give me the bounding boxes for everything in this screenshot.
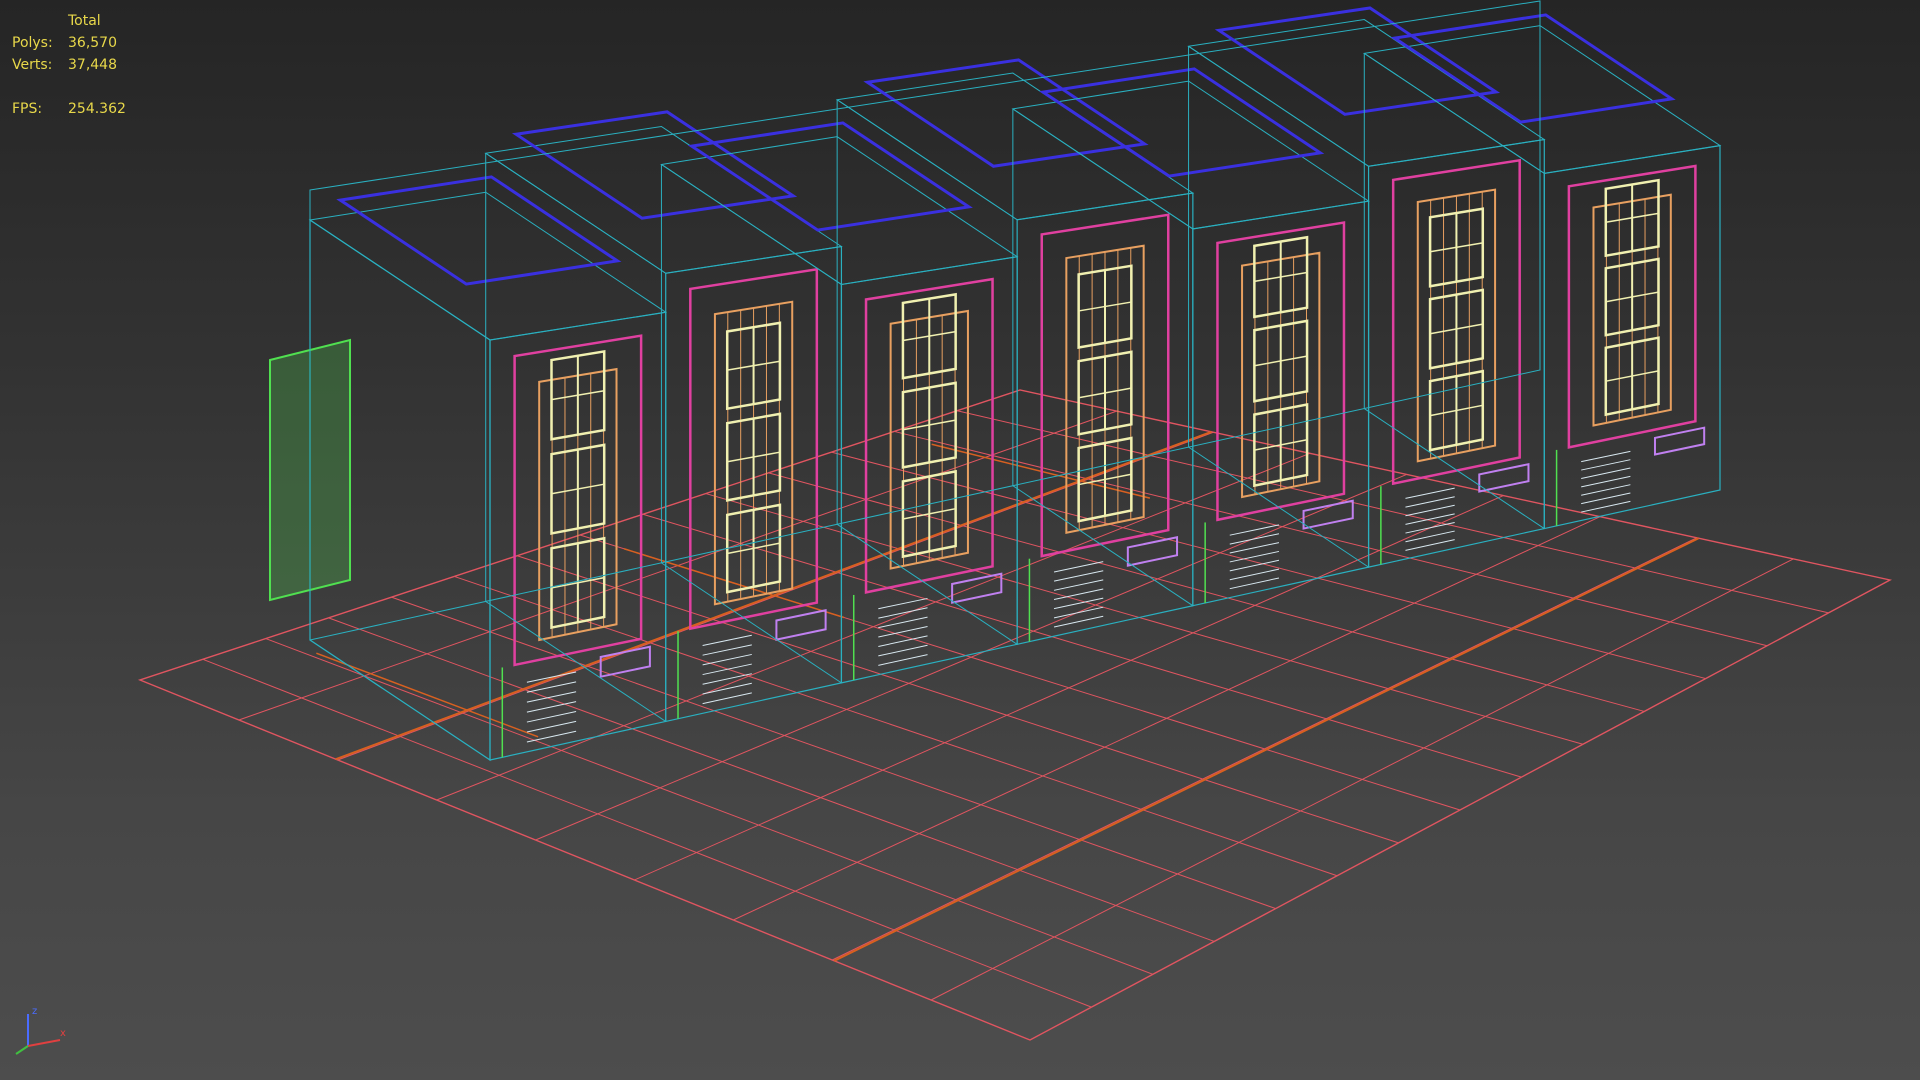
axis-tripod-icon: z x bbox=[15, 1006, 66, 1055]
polys-value: 36,570 bbox=[68, 35, 117, 51]
viewport-wireframe[interactable]: Total Polys: 36,570 Verts: 37,448 FPS: 254.… bbox=[0, 0, 1920, 1080]
fps-value: 254.362 bbox=[68, 101, 126, 117]
statistics-overlay: Total Polys: 36,570 Verts: 37,448 FPS: 254.… bbox=[12, 10, 126, 120]
verts-value: 37,448 bbox=[68, 57, 117, 73]
wireframe-scene bbox=[137, 0, 1893, 1041]
stats-header: Total bbox=[68, 13, 101, 29]
axis-x-label: x bbox=[60, 1028, 66, 1039]
axis-z-label: z bbox=[32, 1006, 37, 1017]
fps-label: FPS: bbox=[12, 101, 43, 117]
verts-label: Verts: bbox=[12, 57, 53, 73]
polys-label: Polys: bbox=[12, 35, 53, 51]
